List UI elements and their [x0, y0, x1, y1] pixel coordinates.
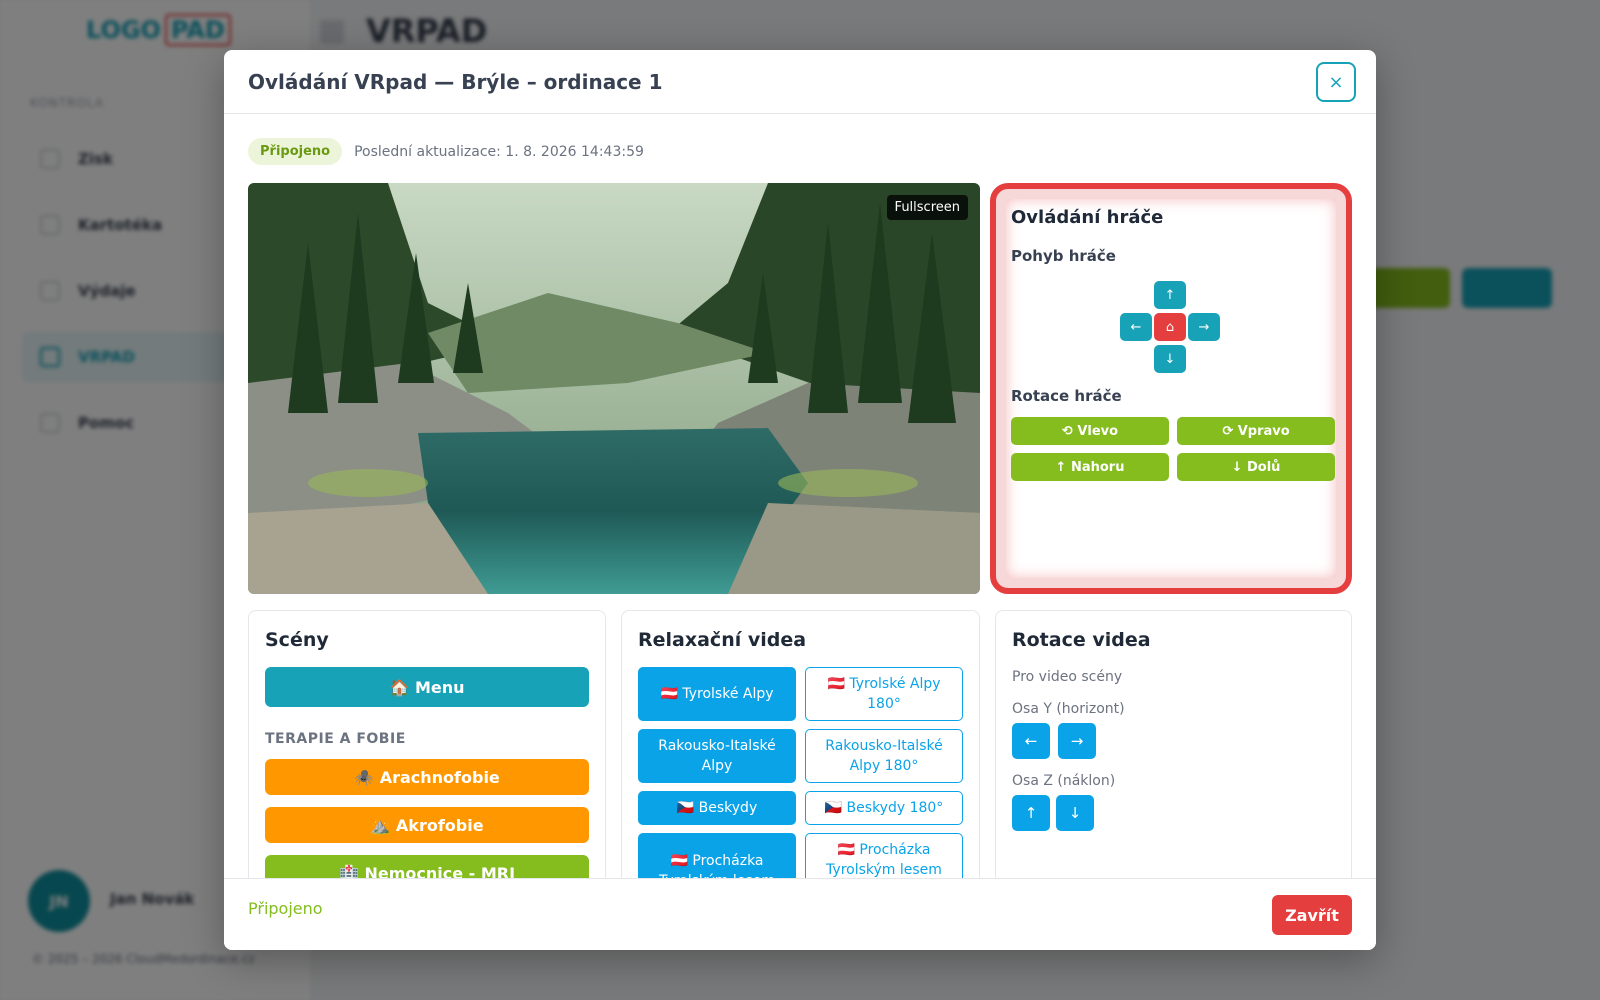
rotate-up-button[interactable]: ↑ Nahoru	[1011, 453, 1169, 481]
status-row: Připojeno Poslední aktualizace: 1. 8. 20…	[248, 138, 644, 165]
player-movement-title: Pohyb hráče	[1011, 247, 1116, 265]
rotate-left-button[interactable]: ⟲ Vlevo	[1011, 417, 1169, 445]
fullscreen-button[interactable]: Fullscreen	[886, 195, 968, 220]
player-rotation-title: Rotace hráče	[1011, 387, 1122, 405]
video-preview: Fullscreen	[248, 183, 980, 594]
video-beskydy-180[interactable]: 🇨🇿 Beskydy 180°	[805, 791, 963, 825]
move-home-button[interactable]: ⌂	[1154, 313, 1186, 341]
rotate-right-button[interactable]: ⟳ Vpravo	[1177, 417, 1335, 445]
axis-z-down-button[interactable]: ↓	[1056, 795, 1094, 831]
relax-videos-card: Relaxační videa 🇦🇹 Tyrolské Alpy 🇦🇹 Tyro…	[621, 610, 980, 900]
akrofobie-button[interactable]: ⛰️ Akrofobie	[265, 807, 589, 843]
video-rotation-subtitle: Pro video scény	[1012, 669, 1123, 685]
arrow-left-icon: ←	[1024, 732, 1038, 750]
rotate-down-button[interactable]: ↓ Dolů	[1177, 453, 1335, 481]
video-rakousko-italske-alpy-180[interactable]: Rakousko-Italské Alpy 180°	[805, 729, 963, 783]
video-tyrolske-alpy[interactable]: 🇦🇹 Tyrolské Alpy	[638, 667, 796, 721]
move-down-button[interactable]: ↓	[1154, 345, 1186, 373]
arachnofobie-button[interactable]: 🕷️ Arachnofobie	[265, 759, 589, 795]
close-icon: ×	[1328, 71, 1344, 93]
home-icon: ⌂	[1165, 319, 1175, 335]
relax-videos-title: Relaxační videa	[638, 629, 807, 651]
move-left-button[interactable]: ←	[1120, 313, 1152, 341]
axis-z-up-button[interactable]: ↑	[1012, 795, 1050, 831]
last-update: Poslední aktualizace: 1. 8. 2026 14:43:5…	[354, 143, 644, 160]
arrow-right-icon: →	[1198, 319, 1210, 335]
modal-title: Ovládání VRpad — Brýle – ordinace 1	[248, 69, 663, 94]
arrow-down-icon: ↓	[1068, 804, 1082, 822]
arrow-down-icon: ↓	[1164, 351, 1176, 367]
close-button[interactable]: ×	[1316, 62, 1356, 102]
scenes-title: Scény	[265, 629, 329, 651]
category-label: TERAPIE A FOBIE	[265, 731, 406, 747]
axis-y-left-button[interactable]: ←	[1012, 723, 1050, 759]
close-footer-button[interactable]: Zavřít	[1272, 895, 1352, 935]
player-control-title: Ovládání hráče	[1011, 207, 1164, 228]
arrow-left-icon: ←	[1130, 319, 1142, 335]
move-right-button[interactable]: →	[1188, 313, 1220, 341]
arrow-right-icon: →	[1070, 732, 1084, 750]
video-rotation-card: Rotace videa Pro video scény Osa Y (hori…	[995, 610, 1352, 900]
video-rotation-title: Rotace videa	[1012, 629, 1151, 651]
modal-footer: Připojeno Zavřít	[224, 878, 1376, 950]
menu-scene-button[interactable]: 🏠 Menu	[265, 667, 589, 707]
axis-y-right-button[interactable]: →	[1058, 723, 1096, 759]
arrow-up-icon: ↑	[1164, 287, 1176, 303]
arrow-up-icon: ↑	[1024, 804, 1038, 822]
axis-y-label: Osa Y (horizont)	[1012, 701, 1125, 717]
vrpad-control-modal: Ovládání VRpad — Brýle – ordinace 1 × Př…	[224, 50, 1376, 950]
video-tyrolske-alpy-180[interactable]: 🇦🇹 Tyrolské Alpy 180°	[805, 667, 963, 721]
video-beskydy[interactable]: 🇨🇿 Beskydy	[638, 791, 796, 825]
modal-header: Ovládání VRpad — Brýle – ordinace 1 ×	[224, 50, 1376, 114]
move-up-button[interactable]: ↑	[1154, 281, 1186, 309]
video-rakousko-italske-alpy[interactable]: Rakousko-Italské Alpy	[638, 729, 796, 783]
status-badge: Připojeno	[248, 138, 343, 165]
lake-forest-image	[248, 183, 980, 594]
scenes-card: Scény 🏠 Menu TERAPIE A FOBIE 🕷️ Arachnof…	[248, 610, 606, 900]
player-control-panel: Ovládání hráče Pohyb hráče ↑ ← ⌂ → ↓ Rot…	[990, 183, 1352, 594]
axis-z-label: Osa Z (náklon)	[1012, 773, 1116, 789]
player-control-inner: Ovládání hráče Pohyb hráče ↑ ← ⌂ → ↓ Rot…	[1006, 199, 1336, 578]
footer-status: Připojeno	[248, 899, 323, 918]
